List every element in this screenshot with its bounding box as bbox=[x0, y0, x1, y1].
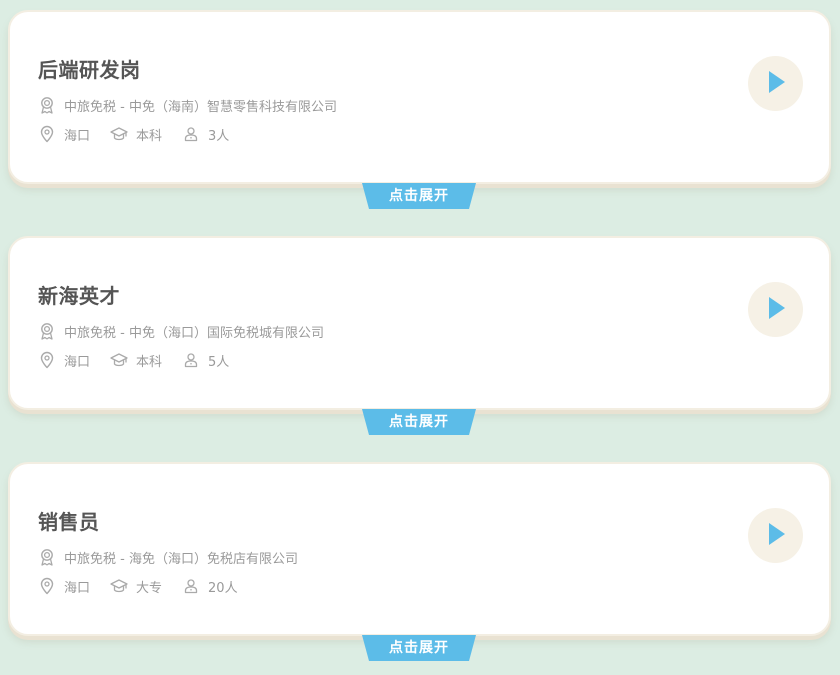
award-icon bbox=[38, 548, 56, 566]
job-card-wrapper: 后端研发岗 中旅免税 - 中免（海南）智慧零售科技有限公司 海口 本科 3人 点… bbox=[8, 10, 831, 209]
expand-label: 点击展开 bbox=[389, 414, 449, 430]
location-item: 海口 bbox=[38, 125, 90, 144]
location-pin-icon bbox=[38, 351, 56, 369]
location-pin-icon bbox=[38, 125, 56, 143]
person-icon bbox=[182, 351, 200, 369]
education-item: 本科 bbox=[110, 125, 162, 144]
play-button[interactable] bbox=[748, 282, 803, 337]
expand-button[interactable]: 点击展开 bbox=[362, 183, 476, 209]
meta-row: 海口 大专 20人 bbox=[38, 575, 258, 597]
headcount-text: 20人 bbox=[208, 580, 238, 596]
job-title: 销售员 bbox=[38, 510, 100, 534]
company-row: 中旅免税 - 中免（海南）智慧零售科技有限公司 bbox=[38, 94, 337, 116]
location-pin-icon bbox=[38, 577, 56, 595]
job-card-wrapper: 销售员 中旅免税 - 海免（海口）免税店有限公司 海口 大专 20人 点击展开 bbox=[8, 462, 831, 661]
headcount-item: 3人 bbox=[182, 125, 229, 144]
graduation-cap-icon bbox=[110, 577, 128, 595]
expand-button[interactable]: 点击展开 bbox=[362, 409, 476, 435]
job-title: 后端研发岗 bbox=[38, 58, 141, 82]
location-text: 海口 bbox=[64, 354, 91, 370]
graduation-cap-icon bbox=[110, 351, 128, 369]
education-text: 本科 bbox=[136, 354, 163, 370]
headcount-item: 20人 bbox=[182, 577, 238, 596]
headcount-text: 5人 bbox=[208, 354, 230, 370]
expand-button[interactable]: 点击展开 bbox=[362, 635, 476, 661]
job-list: 后端研发岗 中旅免税 - 中免（海南）智慧零售科技有限公司 海口 本科 3人 点… bbox=[0, 0, 840, 675]
education-text: 本科 bbox=[136, 128, 163, 144]
expand-label: 点击展开 bbox=[389, 640, 449, 656]
expand-label: 点击展开 bbox=[389, 188, 449, 204]
company-name: 中旅免税 - 海免（海口）免税店有限公司 bbox=[64, 551, 298, 567]
graduation-cap-icon bbox=[110, 125, 128, 143]
headcount-item: 5人 bbox=[182, 351, 229, 370]
location-text: 海口 bbox=[64, 128, 91, 144]
play-icon bbox=[765, 521, 787, 551]
education-text: 大专 bbox=[136, 580, 163, 596]
award-icon bbox=[38, 96, 56, 114]
company-name: 中旅免税 - 中免（海南）智慧零售科技有限公司 bbox=[64, 99, 337, 115]
job-card[interactable]: 后端研发岗 中旅免税 - 中免（海南）智慧零售科技有限公司 海口 本科 3人 bbox=[8, 10, 831, 184]
meta-row: 海口 本科 3人 bbox=[38, 123, 249, 145]
job-card[interactable]: 新海英才 中旅免税 - 中免（海口）国际免税城有限公司 海口 本科 5人 bbox=[8, 236, 831, 410]
company-name: 中旅免税 - 中免（海口）国际免税城有限公司 bbox=[64, 325, 324, 341]
education-item: 大专 bbox=[110, 577, 162, 596]
job-card[interactable]: 销售员 中旅免税 - 海免（海口）免税店有限公司 海口 大专 20人 bbox=[8, 462, 831, 636]
play-icon bbox=[765, 295, 787, 325]
education-item: 本科 bbox=[110, 351, 162, 370]
play-button[interactable] bbox=[748, 56, 803, 111]
job-card-wrapper: 新海英才 中旅免税 - 中免（海口）国际免税城有限公司 海口 本科 5人 点击展… bbox=[8, 236, 831, 435]
person-icon bbox=[182, 125, 200, 143]
company-row: 中旅免税 - 海免（海口）免税店有限公司 bbox=[38, 546, 298, 568]
award-icon bbox=[38, 322, 56, 340]
job-title: 新海英才 bbox=[38, 284, 120, 308]
play-button[interactable] bbox=[748, 508, 803, 563]
location-item: 海口 bbox=[38, 351, 90, 370]
meta-row: 海口 本科 5人 bbox=[38, 349, 249, 371]
location-text: 海口 bbox=[64, 580, 91, 596]
play-icon bbox=[765, 69, 787, 99]
location-item: 海口 bbox=[38, 577, 90, 596]
company-row: 中旅免税 - 中免（海口）国际免税城有限公司 bbox=[38, 320, 324, 342]
person-icon bbox=[182, 577, 200, 595]
headcount-text: 3人 bbox=[208, 128, 230, 144]
